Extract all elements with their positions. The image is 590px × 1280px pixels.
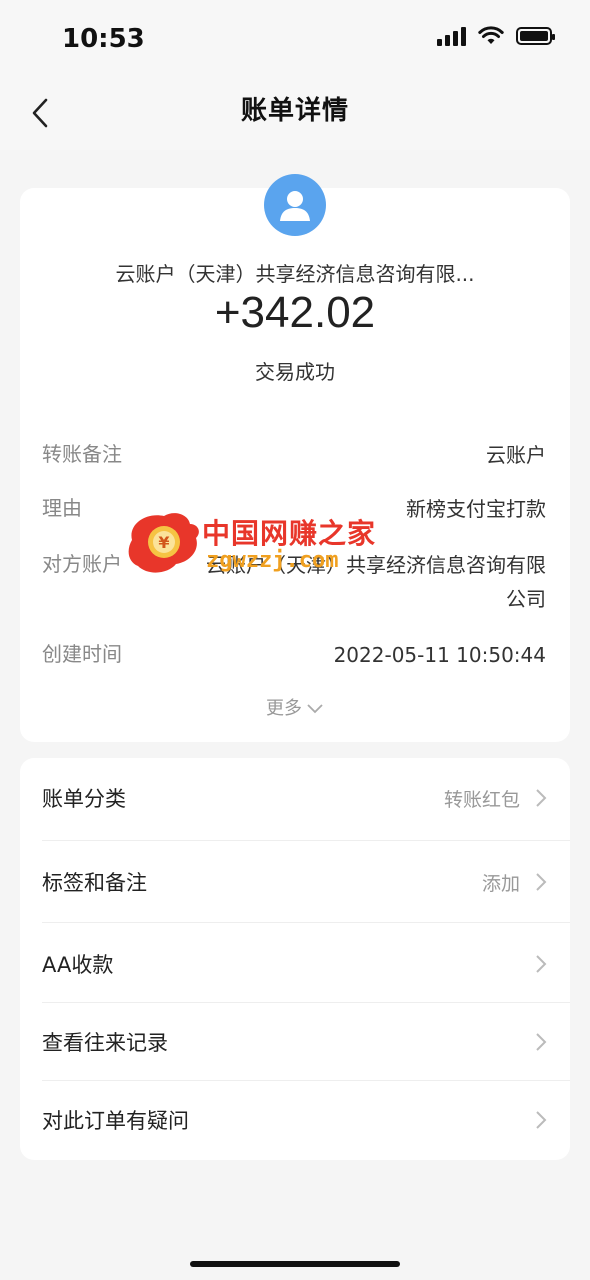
transaction-summary-card: 云账户（天津）共享经济信息咨询有限... +342.02 交易成功 转账备注 云… (20, 174, 570, 742)
more-toggle[interactable]: 更多 (20, 694, 570, 720)
detail-label: 理由 (42, 496, 82, 520)
menu-item-label: 标签和备注 (42, 871, 147, 895)
detail-value: 云账户（天津）共享经济信息咨询有限 公司 (206, 548, 546, 616)
transaction-status: 交易成功 (255, 360, 335, 384)
menu-item-aa-collect[interactable]: AA收款 (42, 924, 548, 1004)
battery-icon (516, 27, 555, 45)
nav-bar: 账单详情 (0, 80, 590, 150)
chevron-right-icon (536, 789, 547, 807)
detail-label: 创建时间 (42, 642, 122, 666)
menu-item-tags-notes[interactable]: 标签和备注 添加 (42, 842, 548, 922)
detail-label: 转账备注 (42, 442, 122, 466)
chevron-down-icon (307, 704, 323, 714)
detail-value: 云账户 (486, 443, 546, 467)
avatar[interactable] (264, 174, 326, 236)
detail-row-reason: 理由 新榜支付宝打款 (42, 492, 546, 526)
chevron-right-icon (536, 1033, 547, 1051)
cellular-signal-icon (437, 26, 466, 46)
wifi-icon (478, 26, 504, 44)
menu-item-bill-category[interactable]: 账单分类 转账红包 (42, 758, 548, 838)
status-bar: 10:53 (0, 0, 590, 80)
divider (42, 840, 570, 841)
counterparty-name: 云账户（天津）共享经济信息咨询有限... (115, 262, 475, 286)
divider (42, 922, 570, 923)
status-time: 10:53 (62, 24, 145, 54)
transaction-amount: +342.02 (214, 288, 376, 337)
actions-card: 账单分类 转账红包 标签和备注 添加 AA收款 查看往来记录 对此订单有疑问 (20, 758, 570, 1160)
detail-value-line: 云账户（天津）共享经济信息咨询有限 (206, 553, 546, 577)
menu-item-history[interactable]: 查看往来记录 (42, 1002, 548, 1082)
detail-value: 新榜支付宝打款 (406, 497, 546, 521)
detail-row-remark: 转账备注 云账户 (42, 438, 546, 472)
menu-item-label: 对此订单有疑问 (42, 1109, 189, 1133)
menu-item-order-question[interactable]: 对此订单有疑问 (42, 1080, 548, 1160)
menu-item-label: AA收款 (42, 953, 114, 977)
detail-value: 2022-05-11 10:50:44 (333, 643, 546, 667)
chevron-right-icon (536, 873, 547, 891)
chevron-right-icon (536, 955, 547, 973)
home-indicator[interactable] (190, 1261, 400, 1267)
user-icon (280, 191, 310, 221)
menu-item-value: 转账红包 (443, 788, 520, 811)
detail-row-account: 对方账户 云账户（天津）共享经济信息咨询有限 公司 (42, 548, 546, 616)
chevron-right-icon (536, 1111, 547, 1129)
menu-item-label: 查看往来记录 (42, 1031, 168, 1055)
detail-value-line: 公司 (506, 587, 546, 611)
menu-item-value: 添加 (481, 872, 520, 895)
more-label: 更多 (266, 698, 302, 719)
detail-label: 对方账户 (42, 552, 122, 576)
status-icons (437, 26, 555, 46)
menu-item-label: 账单分类 (42, 787, 126, 811)
page-title: 账单详情 (240, 96, 349, 126)
detail-row-created-time: 创建时间 2022-05-11 10:50:44 (42, 638, 546, 672)
